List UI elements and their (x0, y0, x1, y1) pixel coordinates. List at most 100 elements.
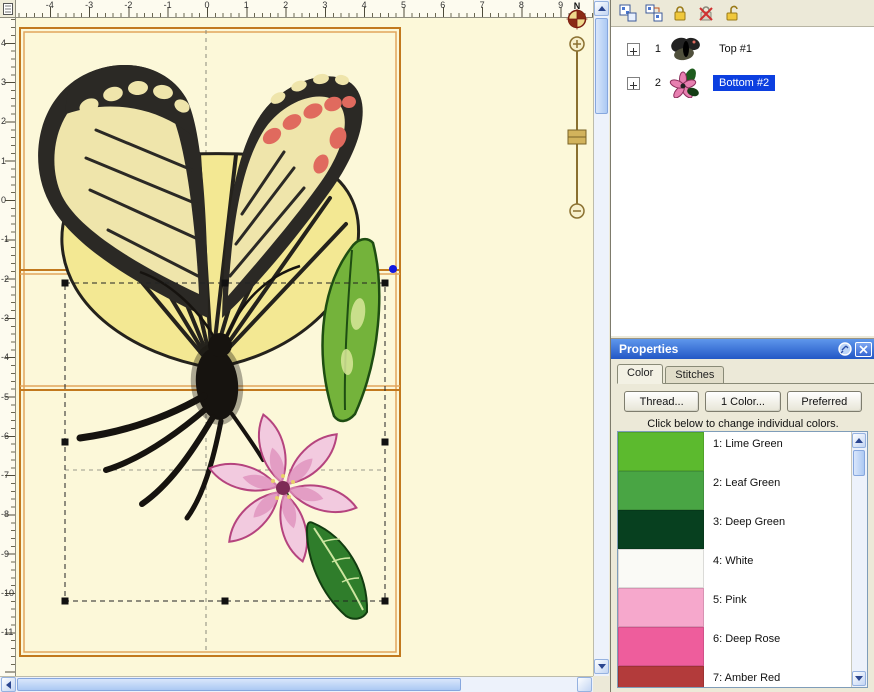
order-objects-icon[interactable] (645, 4, 663, 22)
ruler-number: 8 (519, 0, 524, 10)
color-row[interactable]: 6: Deep Rose (618, 627, 851, 666)
selection-handle (62, 598, 69, 605)
selection-handle (382, 598, 389, 605)
lock-icon[interactable] (671, 4, 689, 22)
left-arrow-icon (6, 681, 11, 689)
color-swatch[interactable] (618, 666, 704, 687)
unlock-icon[interactable] (723, 4, 741, 22)
expand-plus-icon[interactable] (627, 43, 640, 56)
ruler-number: 6 (440, 0, 445, 10)
preferred-button[interactable]: Preferred (787, 391, 862, 412)
selection-handle (382, 439, 389, 446)
color-list-rows: 1: Lime Green 2: Leaf Green 3: Deep Green4… (618, 432, 851, 687)
right-panel: 1Top #1 2 Bottom #2 Properties Color Stitc… (610, 0, 874, 692)
layer-row[interactable]: 1Top #1 (611, 32, 874, 66)
butterfly-flower-design[interactable] (38, 65, 379, 619)
properties-titlebar: Properties (611, 339, 874, 359)
ruler-number: 0 (1, 195, 6, 205)
color-row[interactable]: 3: Deep Green (618, 510, 851, 549)
expand-plus-icon[interactable] (627, 77, 640, 90)
color-row[interactable]: 5: Pink (618, 588, 851, 627)
color-label: 3: Deep Green (713, 516, 785, 549)
ruler-number: -6 (1, 431, 9, 441)
scroll-down-button[interactable] (594, 659, 609, 674)
ruler-number: -8 (1, 509, 9, 519)
tab-stitches[interactable]: Stitches (665, 366, 724, 383)
split-objects-icon[interactable] (619, 4, 637, 22)
embroidery-editor-window: -5-4-3-2-10123456789 43210-1-2-3-4-5-6-7… (0, 0, 874, 692)
ruler-number: -9 (1, 549, 9, 559)
layer-thumbnail[interactable] (667, 68, 705, 98)
color-swatch[interactable] (618, 432, 704, 471)
ruler-number: -1 (1, 234, 9, 244)
scroll-down-button[interactable] (852, 671, 866, 686)
color-label: 7: Amber Red (713, 672, 780, 687)
ruler-number: -1 (164, 0, 172, 10)
properties-panel: Properties Color Stitches Thread... 1 Co… (611, 338, 874, 692)
tab-color[interactable]: Color (617, 364, 663, 384)
ruler-number: 4 (1, 38, 6, 48)
ruler-number: 1 (244, 0, 249, 10)
selection-handle (62, 439, 69, 446)
color-row[interactable]: 7: Amber Red (618, 666, 851, 687)
ruler-number: 3 (1, 77, 6, 87)
anchor-dot[interactable] (389, 265, 397, 273)
scroll-up-button[interactable] (852, 433, 866, 448)
selection-handle (382, 280, 389, 287)
color-row[interactable]: 2: Leaf Green (618, 471, 851, 510)
canvas-vertical-scrollbar[interactable] (593, 0, 609, 676)
ruler-number: 4 (362, 0, 367, 10)
zoom-control[interactable] (568, 37, 586, 218)
ruler-number: -7 (1, 470, 9, 480)
scrollbar-corner (593, 676, 609, 692)
ruler-number: -11 (1, 627, 13, 637)
close-icon[interactable] (855, 342, 872, 357)
ruler-number: 1 (1, 156, 6, 166)
pin-icon[interactable] (837, 342, 852, 357)
ruler-number: -3 (1, 313, 9, 323)
vertical-ruler: 43210-1-2-3-4-5-6-7-8-9-10-11 (0, 18, 16, 676)
lock-off-icon[interactable] (697, 4, 715, 22)
color-swatch[interactable] (618, 471, 704, 510)
color-list-caption: Click below to change individual colors. (611, 418, 874, 430)
color-list-scrollbar[interactable] (851, 432, 867, 687)
color-swatch[interactable] (618, 510, 704, 549)
layer-thumbnail[interactable] (667, 34, 705, 64)
one-color-button[interactable]: 1 Color... (705, 391, 780, 412)
color-swatch[interactable] (618, 549, 704, 588)
ruler-number: -4 (1, 352, 9, 362)
design-canvas[interactable] (16, 18, 593, 676)
down-arrow-icon (598, 664, 606, 669)
ruler-number: 2 (1, 116, 6, 126)
ruler-number: -4 (46, 0, 54, 10)
down-arrow-icon (855, 676, 863, 681)
color-row[interactable]: 4: White (618, 549, 851, 588)
horizontal-scroll-thumb[interactable] (17, 678, 461, 691)
scroll-right-button[interactable] (577, 677, 592, 692)
color-swatch[interactable] (618, 588, 704, 627)
scroll-left-button[interactable] (1, 677, 16, 692)
layer-row[interactable]: 2 Bottom #2 (611, 66, 874, 100)
color-listbox: 1: Lime Green 2: Leaf Green 3: Deep Green4… (617, 431, 868, 688)
color-row[interactable]: 1: Lime Green (618, 432, 851, 471)
ruler-number: -5 (1, 392, 9, 402)
properties-tabs: Color Stitches (617, 363, 874, 384)
page-icon (3, 3, 13, 15)
vertical-scroll-thumb[interactable] (853, 450, 865, 476)
layer-index: 2 (647, 77, 661, 89)
selection-handle (62, 280, 69, 287)
canvas-horizontal-scrollbar[interactable] (0, 676, 593, 692)
layer-label[interactable]: Top #1 (713, 41, 758, 57)
object-toolbar (611, 0, 874, 26)
color-label: 5: Pink (713, 594, 747, 627)
compass-rose[interactable]: N (562, 0, 592, 30)
scroll-up-button[interactable] (594, 1, 609, 16)
horizontal-ruler: -5-4-3-2-10123456789 (16, 0, 593, 18)
color-label: 2: Leaf Green (713, 477, 780, 510)
ruler-corner[interactable] (0, 0, 16, 18)
up-arrow-icon (855, 438, 863, 443)
thread-button[interactable]: Thread... (624, 391, 699, 412)
vertical-scroll-thumb[interactable] (595, 18, 608, 114)
color-swatch[interactable] (618, 627, 704, 666)
layer-label[interactable]: Bottom #2 (713, 75, 775, 91)
